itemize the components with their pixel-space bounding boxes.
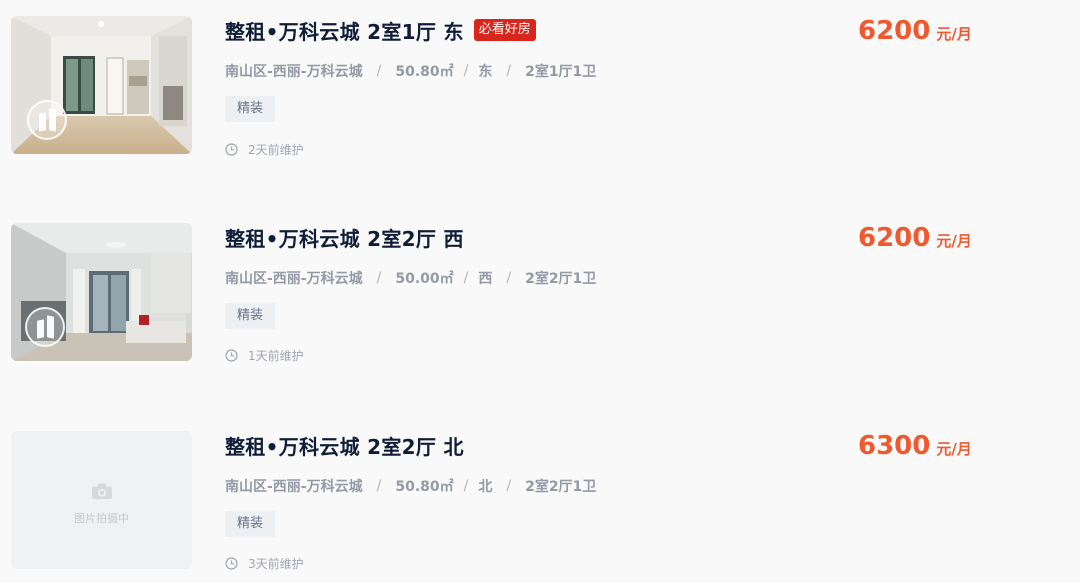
area: 50.00㎡ (395, 271, 454, 287)
room-layout: 2室2厅1卫 (525, 271, 597, 287)
price-value: 6300 (858, 431, 931, 461)
listing-title-link[interactable]: 整租•万科云城 2室2厅 北 (225, 431, 464, 459)
clock-icon (225, 142, 238, 156)
listing-title: 整租•万科云城 2室1厅 东 (225, 19, 464, 44)
decoration-tag: 精装 (225, 96, 276, 122)
listing-title-link[interactable]: 整租•万科云城 2室1厅 东 必看好房 (225, 16, 536, 44)
price: 6200 元/月 (858, 223, 972, 255)
listing-photo[interactable] (11, 223, 192, 361)
listing-meta: 南山区-西丽-万科云城 / 50.00㎡ / 西 / 2室2厅1卫 (225, 267, 596, 289)
camera-icon (91, 483, 112, 499)
price: 6300 元/月 (858, 431, 972, 463)
orientation: 西 (478, 271, 493, 287)
divider: / (463, 270, 469, 286)
divider: / (376, 270, 382, 286)
divider: / (463, 478, 469, 494)
vr-panorama-icon (27, 100, 67, 140)
listing-card[interactable]: 图片拍摄中 整租•万科云城 2室2厅 北 南山区-西丽-万科云城 / 50.80… (0, 431, 1080, 571)
listing-photo[interactable] (11, 16, 192, 154)
must-see-badge: 必看好房 (473, 19, 536, 41)
listing-title: 整租•万科云城 2室2厅 北 (225, 434, 464, 459)
listing-title-link[interactable]: 整租•万科云城 2室2厅 西 (225, 223, 464, 251)
area: 50.80㎡ (395, 479, 454, 495)
price-value: 6200 (858, 223, 931, 253)
price-unit: 元/月 (936, 232, 972, 250)
room-layout: 2室2厅1卫 (525, 479, 597, 495)
placeholder-text: 图片拍摄中 (74, 511, 129, 525)
updated-text: 3天前维护 (248, 556, 304, 571)
photo-placeholder: 图片拍摄中 (11, 431, 192, 569)
clock-icon (225, 348, 238, 362)
price-unit: 元/月 (936, 440, 972, 458)
orientation: 北 (478, 479, 493, 495)
decoration-tag: 精装 (225, 303, 276, 329)
area: 50.80㎡ (395, 64, 454, 80)
vr-panorama-icon (25, 307, 65, 347)
district-link[interactable]: 南山区-西丽-万科云城 (225, 61, 363, 81)
listing-meta: 南山区-西丽-万科云城 / 50.80㎡ / 北 / 2室2厅1卫 (225, 475, 596, 497)
price: 6200 元/月 (858, 16, 972, 48)
decoration-tag: 精装 (225, 511, 276, 537)
listing-title: 整租•万科云城 2室2厅 西 (225, 226, 464, 251)
maintenance-time: 2天前维护 (225, 141, 304, 157)
divider: / (376, 63, 382, 79)
divider: / (376, 478, 382, 494)
room-layout: 2室1厅1卫 (525, 64, 597, 80)
listing-card[interactable]: 整租•万科云城 2室2厅 西 南山区-西丽-万科云城 / 50.00㎡ / 西 … (0, 223, 1080, 363)
divider: / (506, 63, 512, 79)
divider: / (463, 63, 469, 79)
orientation: 东 (478, 64, 493, 80)
updated-text: 2天前维护 (248, 142, 304, 157)
district-link[interactable]: 南山区-西丽-万科云城 (225, 268, 363, 288)
listing-photo[interactable]: 图片拍摄中 (11, 431, 192, 569)
maintenance-time: 1天前维护 (225, 347, 304, 363)
clock-icon (225, 556, 238, 570)
price-value: 6200 (858, 16, 931, 46)
maintenance-time: 3天前维护 (225, 555, 304, 571)
district-link[interactable]: 南山区-西丽-万科云城 (225, 476, 363, 496)
price-unit: 元/月 (936, 25, 972, 43)
listing-meta: 南山区-西丽-万科云城 / 50.80㎡ / 东 / 2室1厅1卫 (225, 60, 596, 82)
divider: / (506, 478, 512, 494)
divider: / (506, 270, 512, 286)
listing-card[interactable]: 整租•万科云城 2室1厅 东 必看好房 南山区-西丽-万科云城 / 50.80㎡… (0, 16, 1080, 157)
updated-text: 1天前维护 (248, 348, 304, 363)
